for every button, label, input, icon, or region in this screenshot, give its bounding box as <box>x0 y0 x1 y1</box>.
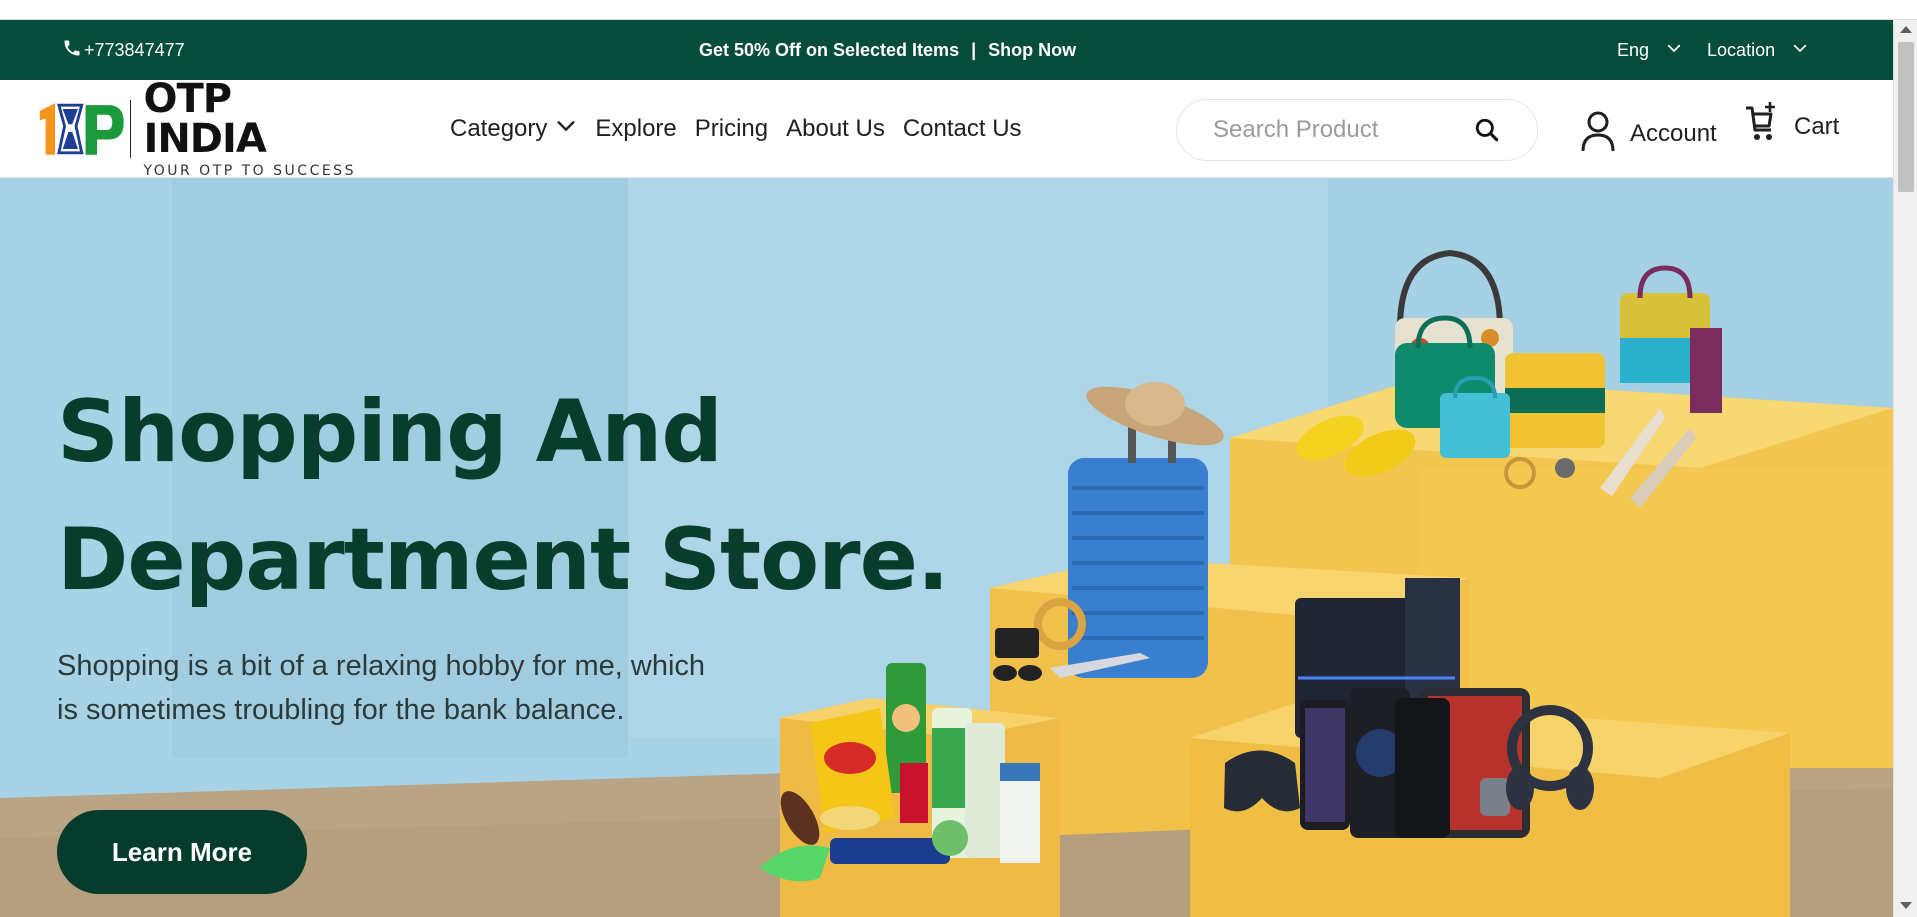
search-bar <box>1176 99 1538 161</box>
phone-icon <box>62 38 82 63</box>
account-button[interactable]: Account <box>1580 80 1717 178</box>
nav-pricing-label: Pricing <box>694 115 769 142</box>
promo-separator: | <box>971 39 977 60</box>
page-scrollbar[interactable] <box>1893 20 1917 917</box>
learn-more-button[interactable]: Learn More <box>57 810 307 894</box>
logo-brand: OTP INDIA <box>143 76 266 162</box>
logo-divider <box>129 100 132 158</box>
promo-banner: Get 50% Off on Selected Items | Shop Now <box>699 20 1076 80</box>
otp-logo-mark <box>39 103 124 155</box>
hero-title: Shopping And Department Store. <box>57 368 957 624</box>
language-label: Eng <box>1617 39 1650 60</box>
phone-number: +773847477 <box>84 39 185 60</box>
account-label: Account <box>1630 120 1717 147</box>
hero-description: Shopping is a bit of a relaxing hobby fo… <box>57 644 797 732</box>
language-dropdown[interactable]: Eng <box>1617 39 1683 62</box>
nav-category-label: Category <box>450 115 548 142</box>
search-input[interactable] <box>1213 116 1473 144</box>
nav-about-label: About Us <box>786 115 885 142</box>
chevron-down-icon <box>1665 39 1683 62</box>
nav-explore[interactable]: Explore <box>595 115 676 143</box>
hero-banner: Shopping And Department Store. Shopping … <box>0 178 1893 917</box>
logo-text: OTP INDIA YOUR OTP TO SUCCESS <box>143 79 356 179</box>
nav-explore-label: Explore <box>595 115 677 142</box>
nav-category[interactable]: Category <box>450 115 577 144</box>
search-icon[interactable] <box>1473 116 1501 144</box>
site-logo[interactable]: OTP INDIA YOUR OTP TO SUCCESS <box>36 79 356 179</box>
chevron-down-icon <box>555 115 577 144</box>
user-icon <box>1580 110 1616 159</box>
hero-description-line-1: Shopping is a bit of a relaxing hobby fo… <box>57 650 706 682</box>
hero-title-line-2: Department Store. <box>57 510 950 610</box>
shop-now-link[interactable]: Shop Now <box>988 40 1076 61</box>
nav-contact-label: Contact Us <box>902 115 1022 142</box>
chevron-down-icon <box>1791 39 1809 62</box>
browser-top-strip <box>0 0 1917 20</box>
cart-button[interactable]: Cart <box>1744 80 1839 178</box>
phone-contact[interactable]: +773847477 <box>62 20 185 80</box>
page-viewport: +773847477 Get 50% Off on Selected Items… <box>0 20 1893 917</box>
hero-title-line-1: Shopping And <box>57 382 723 482</box>
main-header: OTP INDIA YOUR OTP TO SUCCESS Category E… <box>0 79 1893 179</box>
nav-about-us[interactable]: About Us <box>786 115 885 143</box>
location-label: Location <box>1707 39 1776 60</box>
promo-text: Get 50% Off on Selected Items <box>699 39 960 60</box>
scroll-down-arrow-icon[interactable] <box>1900 902 1912 909</box>
nav-contact-us[interactable]: Contact Us <box>903 115 1022 143</box>
logo-tagline: YOUR OTP TO SUCCESS <box>143 163 356 179</box>
scrollbar-thumb[interactable] <box>1898 42 1914 192</box>
topbar-selectors: Eng Location <box>1617 20 1809 80</box>
scroll-up-arrow-icon[interactable] <box>1900 26 1912 33</box>
cart-icon <box>1744 101 1778 151</box>
nav-pricing[interactable]: Pricing <box>695 115 768 143</box>
main-nav: Category Explore Pricing About Us Contac… <box>450 80 1022 178</box>
hero-description-line-2: is sometimes troubling for the bank bala… <box>57 694 625 726</box>
location-dropdown[interactable]: Location <box>1707 39 1809 62</box>
announcement-bar: +773847477 Get 50% Off on Selected Items… <box>0 20 1893 80</box>
cart-label: Cart <box>1794 113 1840 140</box>
